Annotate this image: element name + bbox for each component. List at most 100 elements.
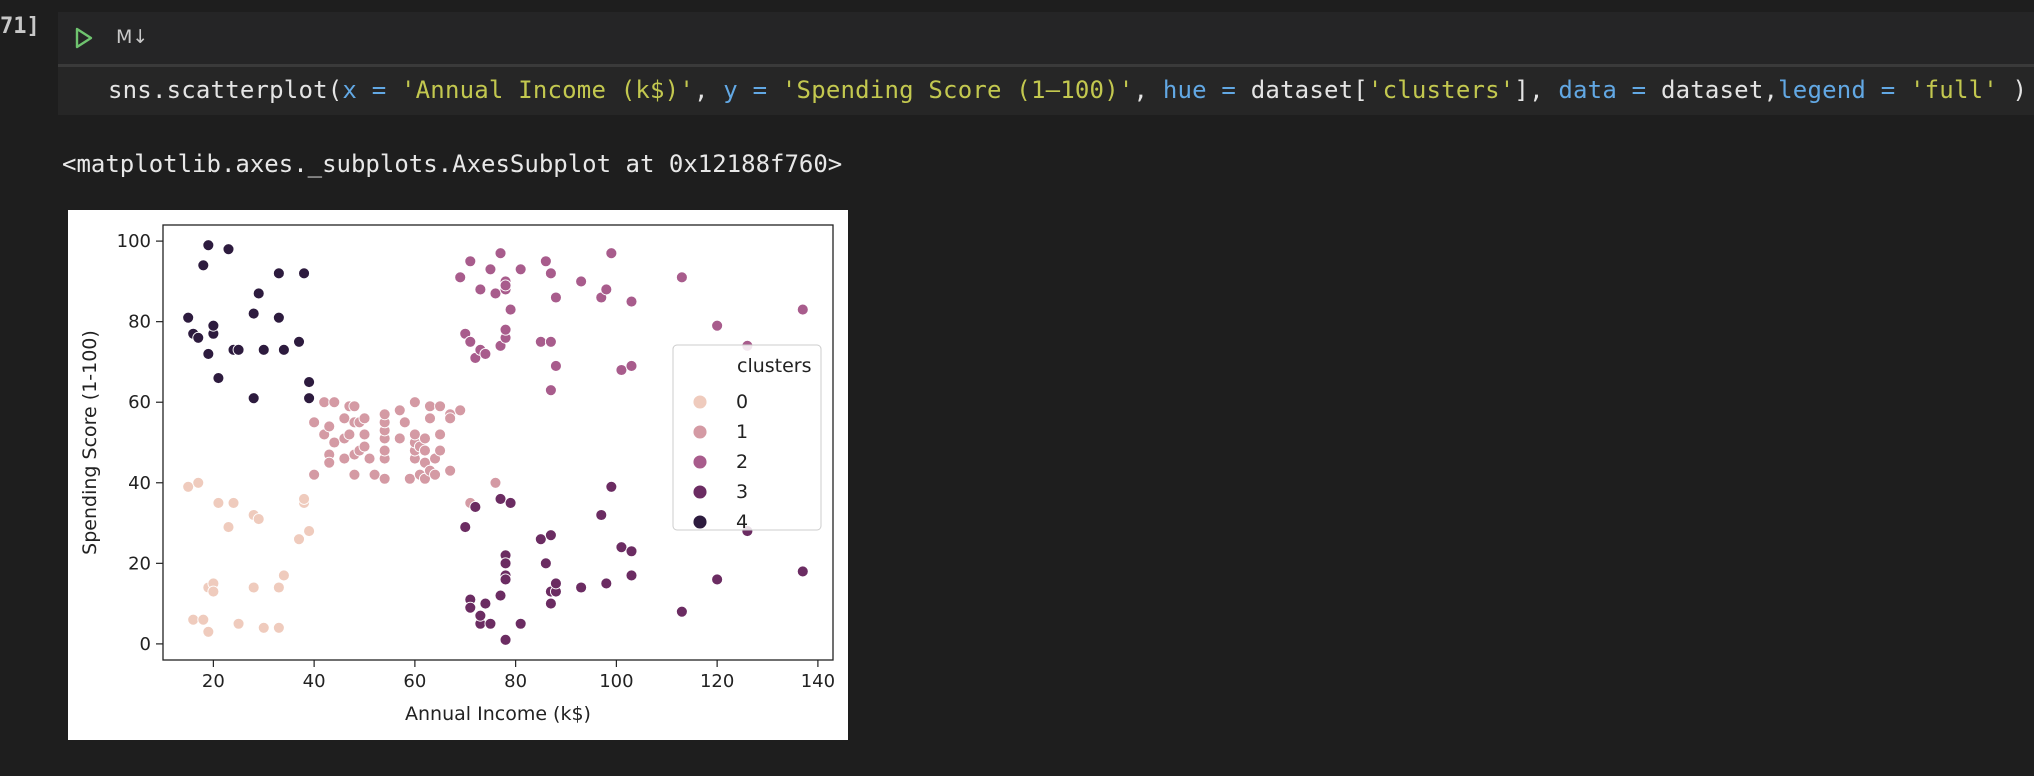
code-token: = (1616, 76, 1661, 104)
data-point-cluster-2 (504, 303, 517, 316)
code-token: 'Spending Score (1–100)' (781, 76, 1134, 104)
data-point-cluster-3 (600, 577, 613, 590)
code-token: ) (1997, 76, 2028, 104)
data-point-cluster-4 (277, 343, 290, 356)
code-token: data (1558, 76, 1617, 104)
code-token: = (357, 76, 401, 104)
data-point-cluster-2 (549, 291, 562, 304)
code-token: = (1866, 76, 1910, 104)
data-point-cluster-3 (494, 589, 507, 602)
y-tick-label: 40 (128, 473, 151, 494)
data-point-cluster-3 (534, 533, 547, 546)
data-point-cluster-2 (796, 303, 809, 316)
legend-marker (692, 424, 708, 440)
legend-entry: 2 (736, 451, 748, 473)
markdown-toggle-button[interactable]: M↓ (116, 26, 148, 48)
x-tick-label: 20 (202, 671, 225, 692)
data-point-cluster-4 (303, 376, 316, 389)
data-point-cluster-2 (544, 335, 557, 348)
data-point-cluster-1 (408, 428, 421, 441)
code-token: hue (1162, 76, 1207, 104)
data-point-cluster-3 (575, 581, 588, 594)
data-point-cluster-1 (378, 444, 391, 457)
data-point-cluster-1 (444, 464, 457, 477)
data-point-cluster-0 (272, 621, 285, 634)
data-point-cluster-4 (202, 239, 215, 252)
y-tick-label: 60 (128, 392, 151, 413)
data-point-cluster-4 (272, 267, 285, 280)
data-point-cluster-1 (419, 432, 431, 445)
data-point-cluster-2 (544, 267, 557, 280)
x-tick-label: 80 (504, 671, 527, 692)
code-token: = (1206, 76, 1251, 104)
legend-entry: 3 (736, 481, 748, 503)
data-point-cluster-2 (499, 323, 512, 336)
code-token: , (1133, 76, 1163, 104)
data-point-cluster-2 (544, 384, 557, 397)
code-token: legend (1778, 76, 1867, 104)
data-point-cluster-1 (348, 468, 361, 481)
data-point-cluster-0 (232, 617, 245, 630)
run-cell-button[interactable] (70, 24, 98, 52)
data-point-cluster-3 (459, 521, 472, 534)
data-point-cluster-3 (464, 601, 477, 614)
data-point-cluster-4 (247, 307, 260, 320)
data-point-cluster-1 (358, 440, 371, 453)
data-point-cluster-0 (197, 613, 210, 626)
data-point-cluster-1 (403, 472, 416, 485)
code-token: ], (1514, 76, 1559, 104)
data-point-cluster-3 (514, 617, 527, 630)
data-point-cluster-1 (408, 396, 421, 409)
data-point-cluster-0 (293, 533, 305, 546)
data-point-cluster-1 (489, 476, 502, 489)
data-point-cluster-1 (378, 408, 391, 421)
execution-count: 71] (0, 14, 40, 39)
data-point-cluster-1 (424, 412, 436, 425)
data-point-cluster-1 (358, 428, 371, 441)
code-editor[interactable]: sns.scatterplot(x = 'Annual Income (k$)'… (58, 64, 2034, 115)
data-point-cluster-2 (489, 287, 502, 300)
data-point-cluster-1 (393, 432, 406, 445)
data-point-cluster-1 (434, 428, 447, 441)
data-point-cluster-3 (474, 609, 487, 622)
data-point-cluster-3 (479, 597, 492, 610)
y-tick-label: 20 (128, 553, 151, 574)
data-point-cluster-1 (434, 400, 447, 413)
data-point-cluster-0 (207, 585, 220, 598)
data-point-cluster-2 (549, 360, 562, 372)
data-point-cluster-4 (252, 287, 265, 300)
data-point-cluster-3 (711, 573, 724, 586)
data-point-cluster-3 (595, 509, 608, 521)
data-point-cluster-1 (323, 420, 336, 433)
code-token: = (737, 76, 782, 104)
code-token: dataset[ (1250, 76, 1368, 104)
data-point-cluster-2 (625, 360, 638, 372)
data-point-cluster-3 (499, 573, 512, 586)
data-point-cluster-2 (711, 319, 724, 332)
data-point-cluster-1 (323, 456, 336, 469)
data-point-cluster-2 (675, 271, 688, 284)
data-point-cluster-1 (318, 396, 331, 409)
legend-entry: 1 (736, 421, 748, 443)
data-point-cluster-2 (479, 347, 492, 360)
data-point-cluster-1 (348, 400, 361, 413)
data-point-cluster-1 (429, 468, 441, 481)
data-point-cluster-1 (338, 412, 351, 425)
data-point-cluster-3 (544, 597, 557, 610)
data-point-cluster-3 (539, 557, 552, 570)
data-point-cluster-2 (605, 247, 618, 260)
data-point-cluster-4 (202, 347, 215, 360)
legend-marker (692, 454, 708, 470)
legend-marker (692, 394, 708, 410)
data-point-cluster-3 (504, 496, 517, 509)
legend-entry: 4 (736, 511, 748, 533)
data-point-cluster-3 (469, 500, 482, 513)
legend-marker (692, 514, 708, 530)
data-point-cluster-0 (187, 613, 200, 626)
scatter-chart: 20 40 60 80 100 120 140020406080100Annual Inco… (79, 224, 835, 725)
data-point-cluster-4 (232, 343, 245, 356)
data-point-cluster-0 (202, 625, 215, 638)
data-point-cluster-1 (378, 472, 391, 485)
data-point-cluster-3 (605, 480, 618, 493)
data-point-cluster-1 (338, 452, 351, 465)
